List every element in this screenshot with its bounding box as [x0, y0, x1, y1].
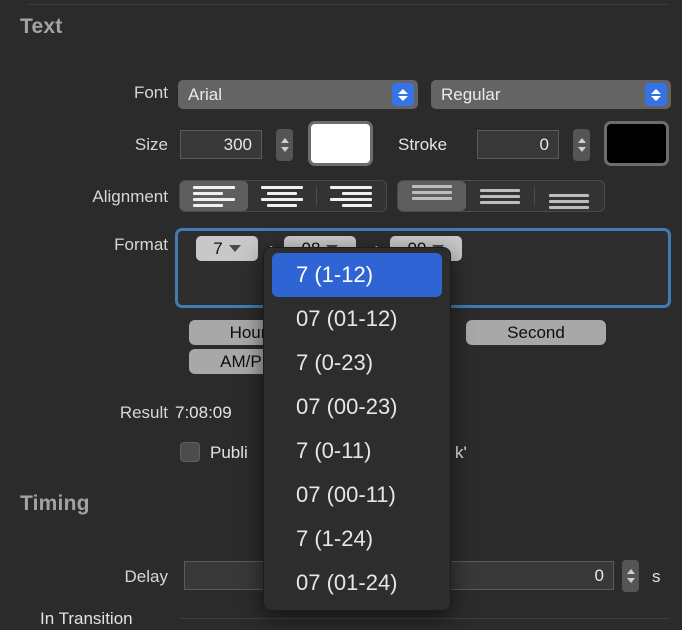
dropdown-option[interactable]: 7 (0-11) — [272, 429, 442, 473]
label-in-transition: In Transition — [40, 609, 133, 628]
publish-label-trailing: k' — [455, 443, 467, 462]
top-divider — [28, 4, 668, 5]
label-size: Size — [134, 135, 168, 154]
delay-stepper[interactable] — [622, 560, 639, 592]
publish-checkbox[interactable] — [180, 442, 200, 462]
align-right-icon — [330, 185, 372, 207]
section-title-text: Text — [20, 15, 63, 38]
result-value: 7:08:09 — [175, 403, 232, 422]
format-token-hour[interactable]: 7 — [196, 236, 258, 261]
label-stroke: Stroke — [398, 135, 448, 154]
dropdown-option[interactable]: 7 (1-24) — [272, 517, 442, 561]
dropdown-option[interactable]: 07 (01-24) — [272, 561, 442, 605]
chevron-updown-icon[interactable] — [392, 83, 414, 106]
stroke-input[interactable]: 0 — [477, 130, 559, 159]
dropdown-option[interactable]: 07 (01-12) — [272, 297, 442, 341]
size-input[interactable]: 300 — [180, 130, 262, 159]
publish-label: Publi — [210, 443, 248, 462]
align-right-button[interactable] — [317, 181, 385, 211]
stroke-stepper[interactable] — [573, 129, 590, 161]
align-bottom-icon — [549, 193, 589, 209]
text-color-swatch[interactable] — [308, 121, 373, 166]
align-middle-button[interactable] — [466, 181, 534, 211]
stroke-value: 0 — [539, 134, 549, 154]
align-center-icon — [261, 185, 303, 207]
dropdown-option[interactable]: 07 (00-11) — [272, 473, 442, 517]
chevron-down-icon — [228, 245, 241, 252]
stroke-color-swatch[interactable] — [604, 121, 669, 166]
align-left-button[interactable] — [180, 181, 248, 211]
align-bottom-button[interactable] — [535, 181, 603, 211]
align-middle-icon — [480, 188, 520, 204]
horizontal-alignment-group — [179, 180, 387, 212]
in-transition-divider — [180, 618, 670, 619]
align-center-button[interactable] — [248, 181, 316, 211]
insert-second-button[interactable]: Second — [466, 320, 606, 345]
vertical-alignment-group — [397, 180, 605, 212]
inspector-panel: Text Font Arial Regular Size 300 Stroke … — [0, 0, 682, 630]
align-top-button[interactable] — [398, 181, 466, 211]
size-value: 300 — [223, 134, 252, 154]
delay-value: 0 — [594, 565, 604, 585]
label-result: Result — [119, 403, 168, 422]
font-style-select[interactable]: Regular — [431, 80, 671, 109]
dropdown-option[interactable]: 7 (0-23) — [272, 341, 442, 385]
section-title-timing: Timing — [20, 492, 90, 515]
format-token-hour-label: 7 — [213, 238, 223, 258]
chevron-updown-icon[interactable] — [645, 83, 667, 106]
label-format: Format — [114, 235, 168, 254]
font-family-value: Arial — [188, 84, 223, 104]
size-stepper[interactable] — [276, 129, 293, 161]
font-style-value: Regular — [441, 84, 501, 104]
label-alignment: Alignment — [92, 187, 168, 206]
font-family-select[interactable]: Arial — [178, 80, 418, 109]
dropdown-option[interactable]: 7 (1-12) — [272, 253, 442, 297]
format-token-dropdown-menu[interactable]: 7 (1-12) 07 (01-12) 7 (0-23) 07 (00-23) … — [263, 247, 451, 611]
label-font: Font — [133, 83, 168, 102]
align-top-icon — [412, 184, 452, 200]
label-delay: Delay — [124, 567, 168, 586]
delay-unit-label: s — [652, 567, 661, 586]
align-left-icon — [193, 185, 235, 207]
dropdown-option[interactable]: 07 (00-23) — [272, 385, 442, 429]
